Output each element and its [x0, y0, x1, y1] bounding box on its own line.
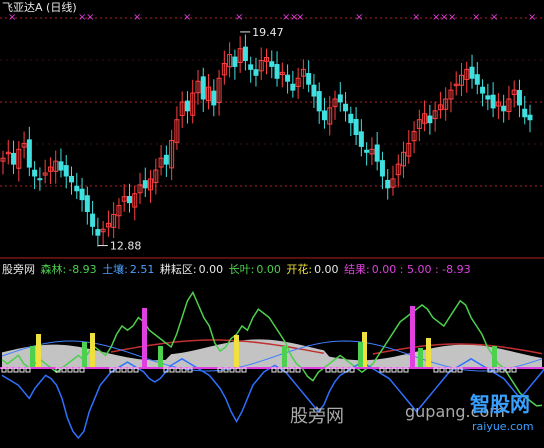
- legend-value-forest: -8.93: [68, 263, 97, 276]
- bloom-bar: [234, 335, 239, 368]
- legend-label-fruit: 结果:: [344, 263, 370, 276]
- leaf-bar: [492, 346, 497, 368]
- signal-x-mark: ×: [472, 12, 480, 23]
- candle-body: [501, 105, 507, 112]
- fruit-bar: [410, 306, 415, 368]
- legend-label-farm-zone: 耕耘区:: [159, 263, 197, 276]
- candle-body: [348, 113, 354, 124]
- signal-x-mark: ×: [86, 12, 94, 23]
- legend-value-leaf: 0.00: [256, 263, 281, 276]
- high-price-label: 19.47: [252, 26, 284, 39]
- candle-body: [253, 69, 259, 76]
- signal-x-mark: ×: [235, 12, 243, 23]
- candle-body: [427, 115, 433, 124]
- candle-body: [32, 169, 38, 177]
- signal-x-mark: ×: [448, 12, 456, 23]
- signal-x-mark: ×: [296, 12, 304, 23]
- leaf-bar: [158, 346, 163, 368]
- candle-body: [474, 74, 480, 85]
- leaf-bar: [82, 342, 87, 368]
- fruit-bar: [142, 308, 147, 368]
- watermark-site-name: 股旁网: [290, 406, 344, 427]
- leaf-bar: [418, 348, 423, 368]
- candle-body: [527, 114, 533, 121]
- candle-body: [200, 76, 206, 100]
- candle-body: [353, 118, 359, 136]
- candle-body: [242, 46, 248, 61]
- candle-body: [316, 91, 322, 112]
- candle-body: [79, 188, 85, 201]
- candle-body: [269, 61, 275, 67]
- candle-body: [522, 108, 528, 118]
- bloom-bar: [90, 333, 95, 368]
- candle-body: [364, 149, 370, 153]
- candle-body: [232, 56, 238, 67]
- candle-body: [248, 64, 254, 70]
- candle-body: [358, 131, 364, 147]
- watermark-brand: 智股网: [470, 392, 530, 416]
- watermark-brand-url: raiyue.com: [472, 420, 534, 433]
- candle-body: [69, 175, 75, 183]
- candle-body: [95, 229, 101, 236]
- candle-body: [285, 74, 291, 82]
- candle-body: [469, 66, 475, 79]
- candle-body: [90, 213, 96, 227]
- signal-x-mark: ×: [490, 12, 498, 23]
- candle-body: [37, 178, 43, 181]
- bloom-bar: [36, 334, 41, 368]
- candle-body: [374, 144, 380, 162]
- candle-body: [163, 154, 169, 165]
- candle-body: [321, 110, 327, 121]
- chart-svg: 19.4712.88 × × × × × × × ×× × × × × × × × ×: [0, 12, 544, 440]
- legend-value-farm-zone: 0.00: [198, 263, 224, 276]
- series-soil: [1, 357, 544, 440]
- candle-body: [337, 94, 343, 103]
- legend-label-leaf: 长叶:: [228, 263, 255, 276]
- candle-body: [211, 90, 217, 106]
- candle-body: [58, 161, 64, 171]
- candle-body: [379, 160, 385, 177]
- candle-body: [485, 95, 491, 100]
- leaf-bar: [30, 346, 35, 368]
- candle-body: [184, 100, 190, 112]
- signal-x-mark: ×: [412, 12, 420, 23]
- low-price-label: 12.88: [110, 240, 142, 253]
- chart-stage: 19.47 12.88 × × × × × × × × × × × × × × × × × 飞亚达A (日线) 股…: [0, 0, 544, 444]
- legend-label-bloom: 开花:: [286, 263, 313, 276]
- candle-body: [142, 180, 148, 189]
- candle-body: [274, 64, 280, 79]
- candle-body: [11, 152, 17, 165]
- candle-body: [385, 179, 391, 189]
- candle-layer: 19.47 12.88: [0, 26, 533, 253]
- signal-mark-layer: × × × × × × × ×× × × × × × × × ×: [8, 12, 536, 23]
- candle-body: [74, 185, 80, 192]
- candle-body: [63, 165, 69, 177]
- candle-body: [480, 86, 486, 94]
- signal-x-mark: ×: [133, 12, 141, 23]
- candle-body: [490, 94, 496, 109]
- candle-body: [126, 196, 132, 204]
- signal-x-mark: ×: [183, 12, 191, 23]
- legend-label-forest: 森林:: [40, 263, 67, 276]
- candle-body: [311, 84, 317, 97]
- legend-value-fruit: 0.00 : 5.00 : -8.93: [371, 263, 471, 276]
- legend-label-soil: 土壤:: [102, 263, 128, 276]
- leaf-bar: [282, 346, 287, 368]
- candle-body: [306, 73, 312, 85]
- indicator-legend-row: 股旁网 森林: -8.93 土壤: 2.51 耕耘区: 0.00 长叶: 0.00 开花…: [2, 263, 473, 277]
- candle-body: [290, 83, 296, 91]
- candle-body: [84, 195, 90, 213]
- leaf-bar: [358, 342, 363, 368]
- legend-value-bloom: 0.00: [314, 263, 339, 276]
- candle-body: [516, 90, 522, 106]
- candle-body: [343, 103, 349, 112]
- indicator-name: 股旁网: [2, 263, 35, 276]
- signal-x-mark: ×: [355, 12, 363, 23]
- candle-body: [26, 139, 32, 168]
- bloom-bar: [426, 338, 431, 368]
- stock-title: 飞亚达A (日线): [2, 1, 77, 14]
- signal-x-mark: ×: [528, 12, 536, 23]
- legend-value-soil: 2.51: [129, 263, 155, 276]
